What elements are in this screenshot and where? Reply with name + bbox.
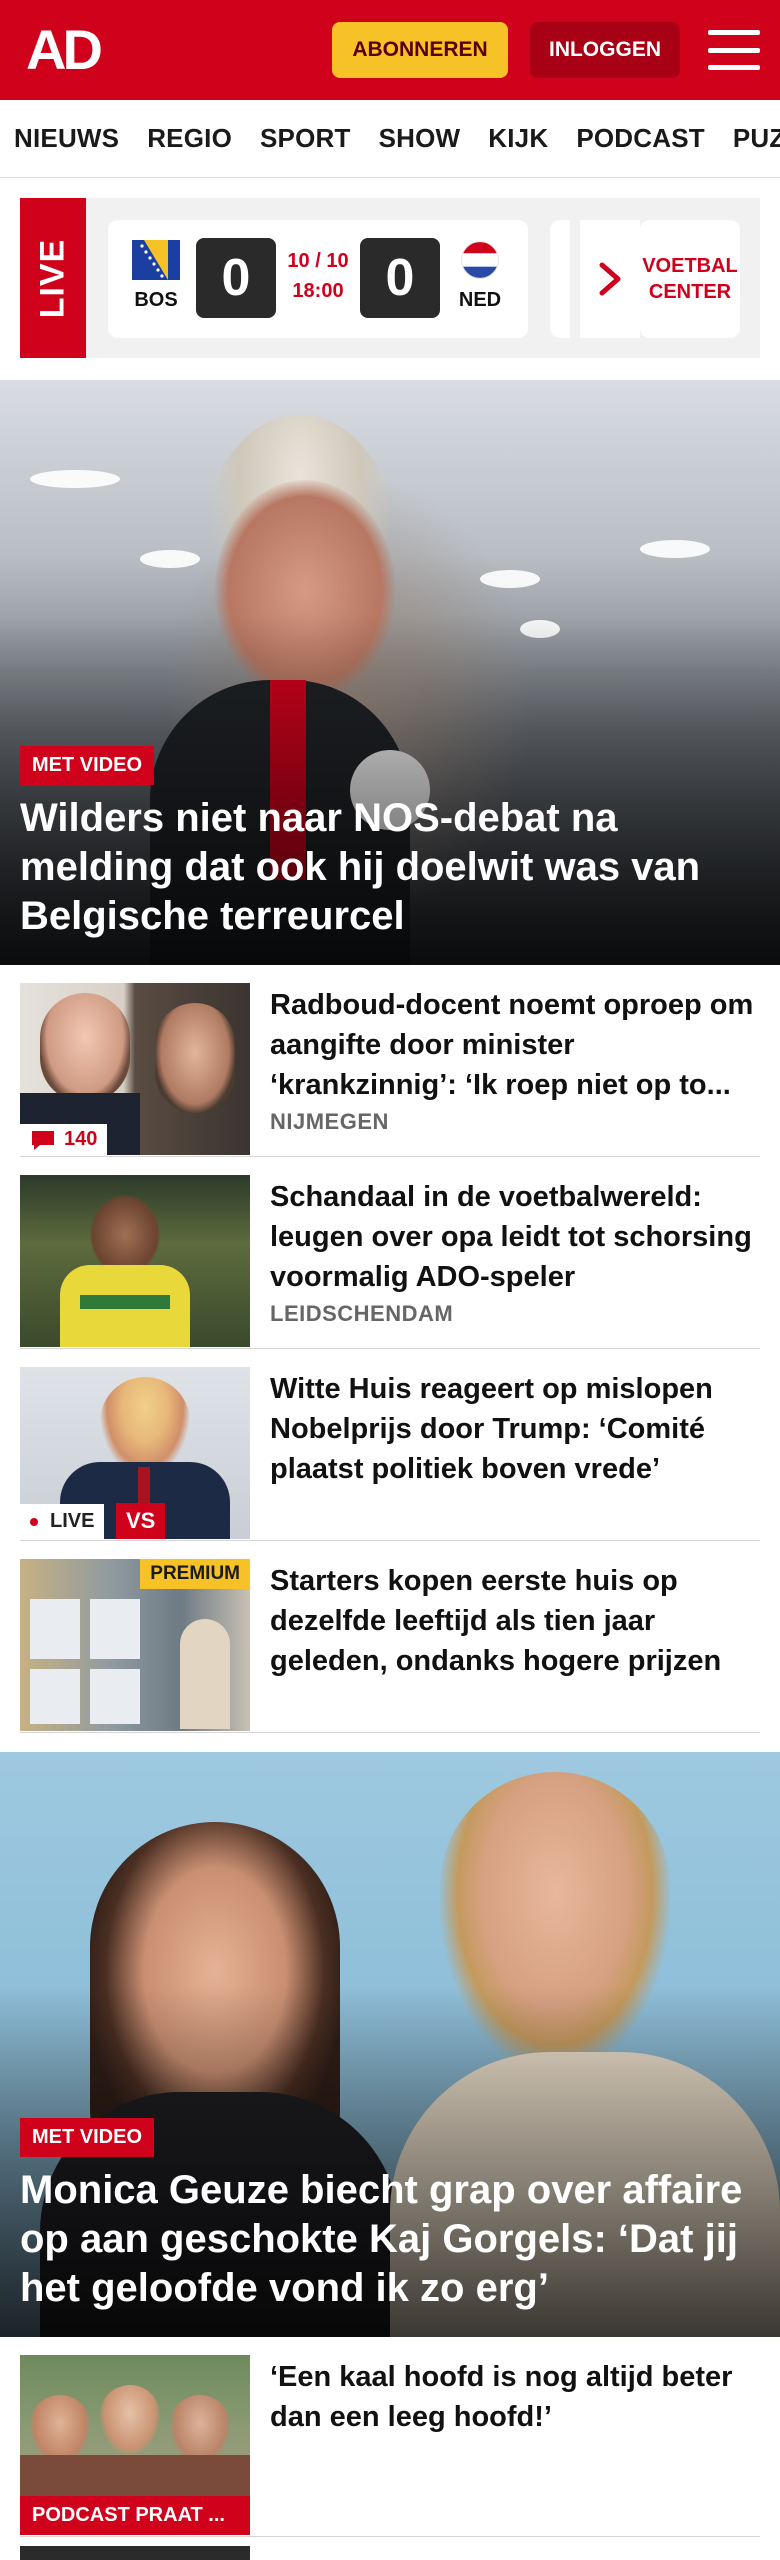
article-location: NIJMEGEN [270, 1109, 389, 1134]
away-score: 0 [360, 238, 440, 318]
nav-item-kijk[interactable]: KIJK [474, 123, 562, 154]
away-team: NED [450, 240, 510, 312]
home-team: BOS [126, 240, 186, 312]
match-datetime: 10 / 10 18:00 [282, 246, 354, 306]
thumb-person [100, 2385, 160, 2455]
comment-count: 140 [64, 1128, 98, 1150]
thumb-pedestrian [180, 1619, 230, 1729]
match-time: 18:00 [292, 280, 344, 302]
away-team-code: NED [458, 289, 502, 311]
vs-badge: VS [116, 1503, 166, 1539]
site-logo[interactable]: AD [26, 22, 103, 78]
next-arrow-button[interactable] [580, 220, 640, 338]
next-article-thumbnail-peek [20, 2546, 250, 2560]
hero-title[interactable]: Wilders niet naar NOS-debat na melding d… [20, 794, 760, 941]
article-title[interactable]: Schandaal in de voetbalwereld: leugen ov… [270, 1177, 760, 1297]
premium-badge: PREMIUM [140, 1559, 250, 1589]
live-dot-icon [30, 1517, 38, 1526]
article-body: ‘Een kaal hoofd is nog altijd beter dan … [270, 2357, 760, 2437]
login-button[interactable]: INLOGGEN [530, 22, 680, 78]
ceiling-light [640, 540, 710, 558]
hamburger-line [708, 65, 760, 70]
comment-count-badge[interactable]: 140 [20, 1124, 108, 1155]
article-thumbnail: PODCAST PRAAT ... [20, 2355, 250, 2535]
ceiling-light [480, 570, 540, 588]
live-label: LIVE [33, 238, 72, 318]
thumb-window-listing [90, 1599, 140, 1659]
nav-item-nieuws[interactable]: NIEUWS [0, 123, 133, 154]
match-card[interactable]: BOS 0 10 / 10 18:00 0 NED [108, 220, 528, 338]
hero-title[interactable]: Monica Geuze biecht grap over affaire op… [20, 2166, 760, 2313]
list-item[interactable]: LIVE VS Witte Huis reageert op mislopen … [20, 1349, 760, 1541]
hamburger-line [708, 47, 760, 53]
thumb-window-listing [30, 1669, 80, 1724]
main-nav: NIEUWS REGIO SPORT SHOW KIJK PODCAST PUZ… [0, 100, 780, 178]
hamburger-icon[interactable] [708, 30, 760, 70]
site-header: AD ABONNEREN INLOGGEN [0, 0, 780, 100]
list-item[interactable]: PREMIUM Starters kopen eerste huis op de… [20, 1541, 760, 1733]
live-badge-label: LIVE [50, 1510, 95, 1532]
subscribe-button[interactable]: ABONNEREN [332, 22, 508, 78]
article-title[interactable]: Radboud-docent noemt oproep om aangifte … [270, 985, 760, 1105]
article-body: Witte Huis reageert op mislopen Nobelpri… [270, 1369, 760, 1489]
podcast-badge: PODCAST PRAAT ... [20, 2496, 250, 2535]
thumb-person-right [155, 1003, 235, 1113]
ceiling-light [30, 470, 120, 488]
nav-item-podcast[interactable]: PODCAST [562, 123, 719, 154]
list-item[interactable]: PODCAST PRAAT ... ‘Een kaal hoofd is nog… [20, 2337, 760, 2537]
article-body: Radboud-docent noemt oproep om aangifte … [270, 985, 760, 1135]
voetbal-center-label-2: CENTER [648, 281, 732, 303]
nav-item-show[interactable]: SHOW [365, 123, 475, 154]
hamburger-line [708, 30, 760, 35]
article-thumbnail: 140 [20, 983, 250, 1155]
live-badge: LIVE [20, 1504, 105, 1539]
nav-item-puzzels[interactable]: PUZZ [719, 123, 780, 154]
hero-article-monica-geuze[interactable]: MET VIDEO Monica Geuze biecht grap over … [0, 1752, 780, 2337]
video-badge: MET VIDEO [20, 2118, 155, 2157]
next-match-card-peek[interactable] [550, 220, 570, 338]
article-body: Starters kopen eerste huis op dezelfde l… [270, 1561, 760, 1681]
article-title[interactable]: Starters kopen eerste huis op dezelfde l… [270, 1561, 760, 1681]
hero-article-wilders[interactable]: MET VIDEO Wilders niet naar NOS-debat na… [0, 380, 780, 965]
netherlands-flag-icon [461, 241, 499, 279]
voetbal-center-link[interactable]: VOETBAL CENTER [640, 220, 740, 338]
nav-item-sport[interactable]: SPORT [246, 123, 365, 154]
live-scores-bar: LIVE BOS 0 10 / 10 18:00 0 NED VOETBAL C… [20, 198, 760, 358]
article-location: LEIDSCHENDAM [270, 1301, 454, 1326]
article-body: Schandaal in de voetbalwereld: leugen ov… [270, 1177, 760, 1327]
match-date: 10 / 10 [287, 250, 349, 272]
nav-item-regio[interactable]: REGIO [133, 123, 246, 154]
chevron-right-icon [599, 262, 621, 296]
article-title[interactable]: ‘Een kaal hoofd is nog altijd beter dan … [270, 2357, 760, 2437]
thumb-person-left [40, 993, 130, 1103]
comment-icon [32, 1130, 54, 1150]
live-tab[interactable]: LIVE [20, 198, 86, 358]
list-item[interactable]: 140 Radboud-docent noemt oproep om aangi… [20, 965, 760, 1157]
voetbal-center-label-1: VOETBAL [642, 255, 738, 277]
thumb-window-listing [30, 1599, 80, 1659]
thumb-shirt-stripe [80, 1295, 170, 1309]
home-score: 0 [196, 238, 276, 318]
thumb-player-head [90, 1195, 160, 1275]
bosnia-flag-icon [132, 240, 180, 280]
article-thumbnail [20, 1175, 250, 1347]
list-item[interactable]: Schandaal in de voetbalwereld: leugen ov… [20, 1157, 760, 1349]
thumb-window-listing [90, 1669, 140, 1724]
article-thumbnail: LIVE VS [20, 1367, 250, 1539]
article-thumbnail: PREMIUM [20, 1559, 250, 1731]
ceiling-light [140, 550, 200, 568]
video-badge: MET VIDEO [20, 746, 155, 785]
home-team-code: BOS [134, 289, 178, 311]
article-title[interactable]: Witte Huis reageert op mislopen Nobelpri… [270, 1369, 760, 1489]
